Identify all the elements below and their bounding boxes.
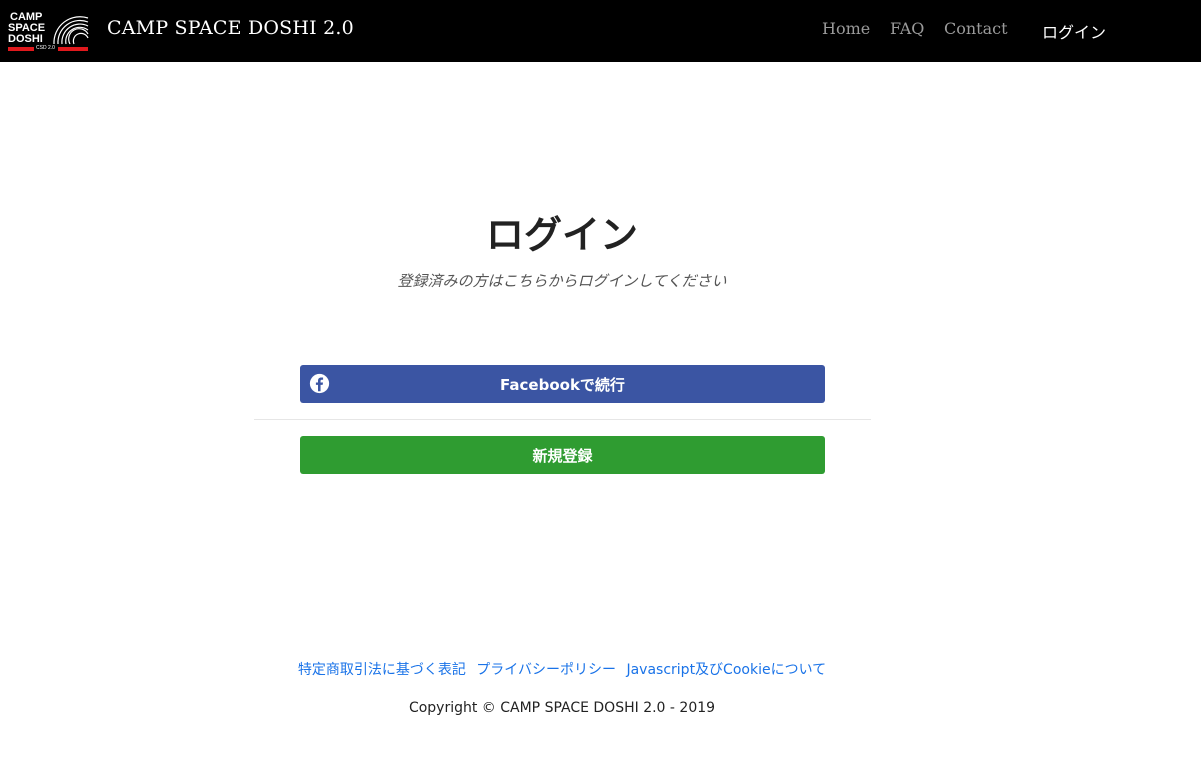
copyright-text: Copyright © CAMP SPACE DOSHI 2.0 - 2019 (408, 700, 716, 716)
header-navbar: CAMP SPACE DOSHI CSD 2.0 CAMP SPACE DOSH… (0, 0, 1201, 62)
signup-label: 新規登録 (532, 446, 593, 465)
footer-link-privacy-policy[interactable]: プライバシーポリシー (476, 662, 616, 678)
nav-login-link[interactable]: ログイン (1042, 19, 1106, 43)
nav-menu: Home FAQ Contact (0, 19, 1201, 43)
footer-link-tokushoho[interactable]: 特定商取引法に基づく表記 (298, 662, 466, 678)
nav-contact-link[interactable]: Contact (944, 19, 1008, 38)
facebook-login-button[interactable]: Facebookで続行 (300, 365, 825, 403)
facebook-icon (309, 373, 330, 394)
logo-red-bar-right (58, 47, 88, 51)
section-divider (254, 419, 871, 420)
logo-tag: CSD 2.0 (36, 45, 55, 51)
signup-button[interactable]: 新規登録 (300, 436, 825, 474)
facebook-login-label: Facebookで続行 (500, 375, 625, 394)
footer-link-cookie-policy[interactable]: Javascript及びCookieについて (626, 662, 826, 678)
page-subtitle: 登録済みの方はこちらからログインしてください (397, 272, 727, 290)
nav-home-link[interactable]: Home (822, 19, 870, 38)
nav-faq-link[interactable]: FAQ (890, 19, 924, 38)
logo-red-bar-left (8, 47, 34, 51)
footer-links: 特定商取引法に基づく表記 プライバシーポリシー Javascript及びCook… (0, 659, 1124, 679)
page-title: ログイン (485, 213, 638, 257)
